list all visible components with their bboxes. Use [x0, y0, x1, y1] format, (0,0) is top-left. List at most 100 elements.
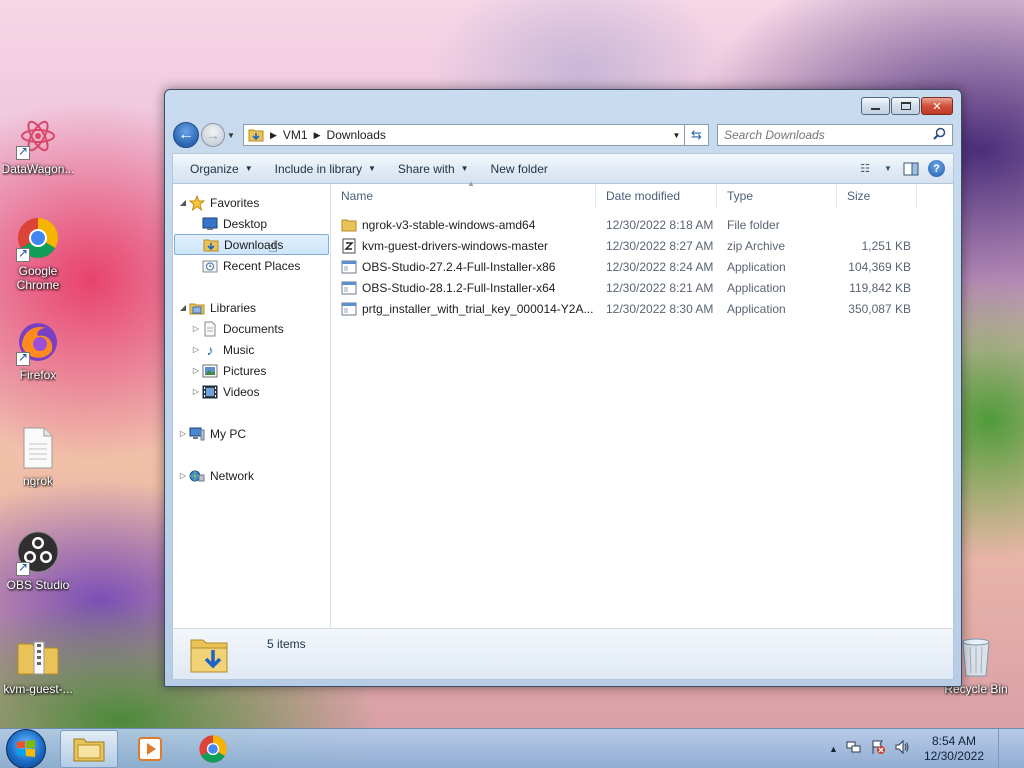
table-row[interactable]: ngrok-v3-stable-windows-amd64 12/30/2022… [331, 214, 953, 235]
help-button[interactable]: ? [928, 160, 945, 177]
nav-music-label: Music [223, 342, 255, 357]
collapsed-arrow-icon[interactable]: ▷ [190, 345, 202, 354]
table-row[interactable]: OBS-Studio-27.2.4-Full-Installer-x86 12/… [331, 256, 953, 277]
nav-pictures-label: Pictures [223, 363, 267, 378]
downloads-folder-icon [248, 128, 264, 142]
show-desktop-button[interactable] [998, 728, 1012, 768]
nav-desktop-label: Desktop [223, 216, 268, 231]
shortcut-arrow-icon [16, 246, 30, 262]
downloads-folder-icon [203, 237, 219, 253]
file-date: 12/30/2022 8:30 AM [606, 301, 714, 316]
table-row[interactable]: OBS-Studio-28.1.2-Full-Installer-x64 12/… [331, 277, 953, 298]
file-name: ngrok-v3-stable-windows-amd64 [362, 217, 536, 232]
start-button[interactable] [6, 728, 46, 768]
expanded-arrow-icon[interactable]: ◢ [177, 198, 189, 207]
hand-cursor-icon: ☝ [268, 239, 278, 256]
details-pane: 5 items [172, 628, 954, 680]
taskbar-explorer[interactable] [60, 729, 118, 768]
desktop-icon-ngrok[interactable]: ngrok [0, 424, 76, 488]
column-header-date[interactable]: Date modified [596, 184, 717, 207]
desktop-icon-kvm-zip[interactable]: kvm-guest-... [0, 632, 76, 696]
zip-folder-icon [14, 632, 62, 680]
desktop-icon-datawagon[interactable]: DataWagon... [0, 112, 76, 176]
minimize-button[interactable] [861, 97, 890, 115]
obs-icon [14, 528, 62, 576]
include-in-library-button[interactable]: Include in library ▼ [264, 157, 387, 181]
expanded-arrow-icon[interactable]: ◢ [177, 303, 189, 312]
videos-icon [202, 384, 218, 400]
chrome-icon [14, 214, 62, 262]
computer-icon [189, 426, 205, 442]
recent-pages-dropdown[interactable]: ▼ [227, 131, 239, 140]
action-center-flag-icon[interactable] [870, 739, 886, 758]
chevron-down-icon: ▼ [227, 130, 235, 140]
table-row[interactable]: prtg_installer_with_trial_key_000014-Y2A… [331, 298, 953, 319]
nav-desktop[interactable]: Desktop [173, 213, 330, 234]
search-icon[interactable] [933, 127, 946, 143]
libraries-icon [189, 300, 205, 316]
search-input[interactable] [724, 128, 933, 142]
table-row[interactable]: kvm-guest-drivers-windows-master 12/30/2… [331, 235, 953, 256]
taskbar-media-player[interactable] [122, 730, 180, 768]
firefox-icon [14, 318, 62, 366]
file-list: ▲ Name Date modified Type Size ngrok-v3-… [331, 179, 953, 628]
breadcrumb-separator-icon[interactable]: ▶ [314, 130, 321, 141]
nav-recent-places[interactable]: Recent Places [173, 255, 330, 276]
close-button[interactable]: ✕ [921, 97, 953, 115]
nav-documents[interactable]: ▷ Documents [173, 318, 330, 339]
collapsed-arrow-icon[interactable]: ▷ [177, 471, 189, 480]
media-player-icon [138, 736, 162, 761]
nav-libraries[interactable]: ◢ Libraries [173, 297, 330, 318]
desktop-icon-obs[interactable]: OBS Studio [0, 528, 76, 592]
refresh-button[interactable]: ⇆ [685, 124, 709, 146]
view-options-dropdown[interactable]: ▼ [882, 159, 894, 179]
share-with-button[interactable]: Share with ▼ [387, 157, 480, 181]
column-headers: ▲ Name Date modified Type Size [331, 179, 953, 208]
new-folder-button[interactable]: New folder [480, 157, 559, 181]
breadcrumb-downloads[interactable]: Downloads [327, 128, 386, 142]
breadcrumb-vm1[interactable]: VM1 [283, 128, 308, 142]
taskbar-chrome[interactable] [184, 730, 242, 768]
column-header-name[interactable]: Name [331, 184, 596, 207]
recent-places-icon [202, 258, 218, 274]
column-header-type[interactable]: Type [717, 184, 837, 207]
maximize-button[interactable] [891, 97, 920, 115]
nav-downloads[interactable]: Downloads ☝ [174, 234, 329, 256]
address-dropdown-icon[interactable]: ▼ [668, 131, 684, 140]
back-button[interactable]: ← [173, 122, 199, 148]
shortcut-arrow-icon [16, 144, 30, 160]
collapsed-arrow-icon[interactable]: ▷ [177, 429, 189, 438]
folder-icon [341, 217, 357, 233]
show-hidden-icons-button[interactable]: ▲ [829, 744, 838, 754]
file-icon [14, 424, 62, 472]
nav-my-pc[interactable]: ▷ My PC [173, 423, 330, 444]
organize-button[interactable]: Organize ▼ [179, 157, 264, 181]
chevron-down-icon: ▼ [460, 164, 469, 173]
nav-videos[interactable]: ▷ Videos [173, 381, 330, 402]
network-status-icon[interactable] [846, 739, 862, 758]
nav-favorites[interactable]: ◢ Favorites [173, 192, 330, 213]
change-view-button[interactable]: ☷ [854, 159, 876, 179]
nav-pictures[interactable]: ▷ Pictures [173, 360, 330, 381]
address-bar[interactable]: ▶ VM1 ▶ Downloads ▼ [243, 124, 685, 146]
collapsed-arrow-icon[interactable]: ▷ [190, 366, 202, 375]
desktop-icon-chrome[interactable]: Google Chrome [0, 214, 76, 292]
collapsed-arrow-icon[interactable]: ▷ [190, 387, 202, 396]
breadcrumb-separator-icon[interactable]: ▶ [270, 130, 277, 141]
forward-button[interactable]: → [201, 123, 225, 147]
column-header-size[interactable]: Size [837, 184, 917, 207]
music-icon: ♪ [206, 341, 214, 358]
explorer-window[interactable]: ✕ ← → ▼ ▶ VM1 ▶ Downloads ▼ ⇆ Organize ▼ … [164, 89, 962, 687]
desktop-icon-label: ngrok [22, 474, 54, 488]
taskbar: ▲ 8:54 AM 12/30/2022 [0, 728, 1024, 768]
desktop-icon-firefox[interactable]: Firefox [0, 318, 76, 382]
volume-icon[interactable] [894, 739, 910, 758]
collapsed-arrow-icon[interactable]: ▷ [190, 324, 202, 333]
column-name-label: Name [341, 188, 374, 203]
file-date: 12/30/2022 8:27 AM [606, 238, 714, 253]
nav-music[interactable]: ▷ ♪ Music [173, 339, 330, 360]
search-box[interactable] [717, 124, 953, 146]
nav-network[interactable]: ▷ Network [173, 465, 330, 486]
clock[interactable]: 8:54 AM 12/30/2022 [924, 734, 984, 764]
preview-pane-button[interactable] [900, 159, 922, 179]
